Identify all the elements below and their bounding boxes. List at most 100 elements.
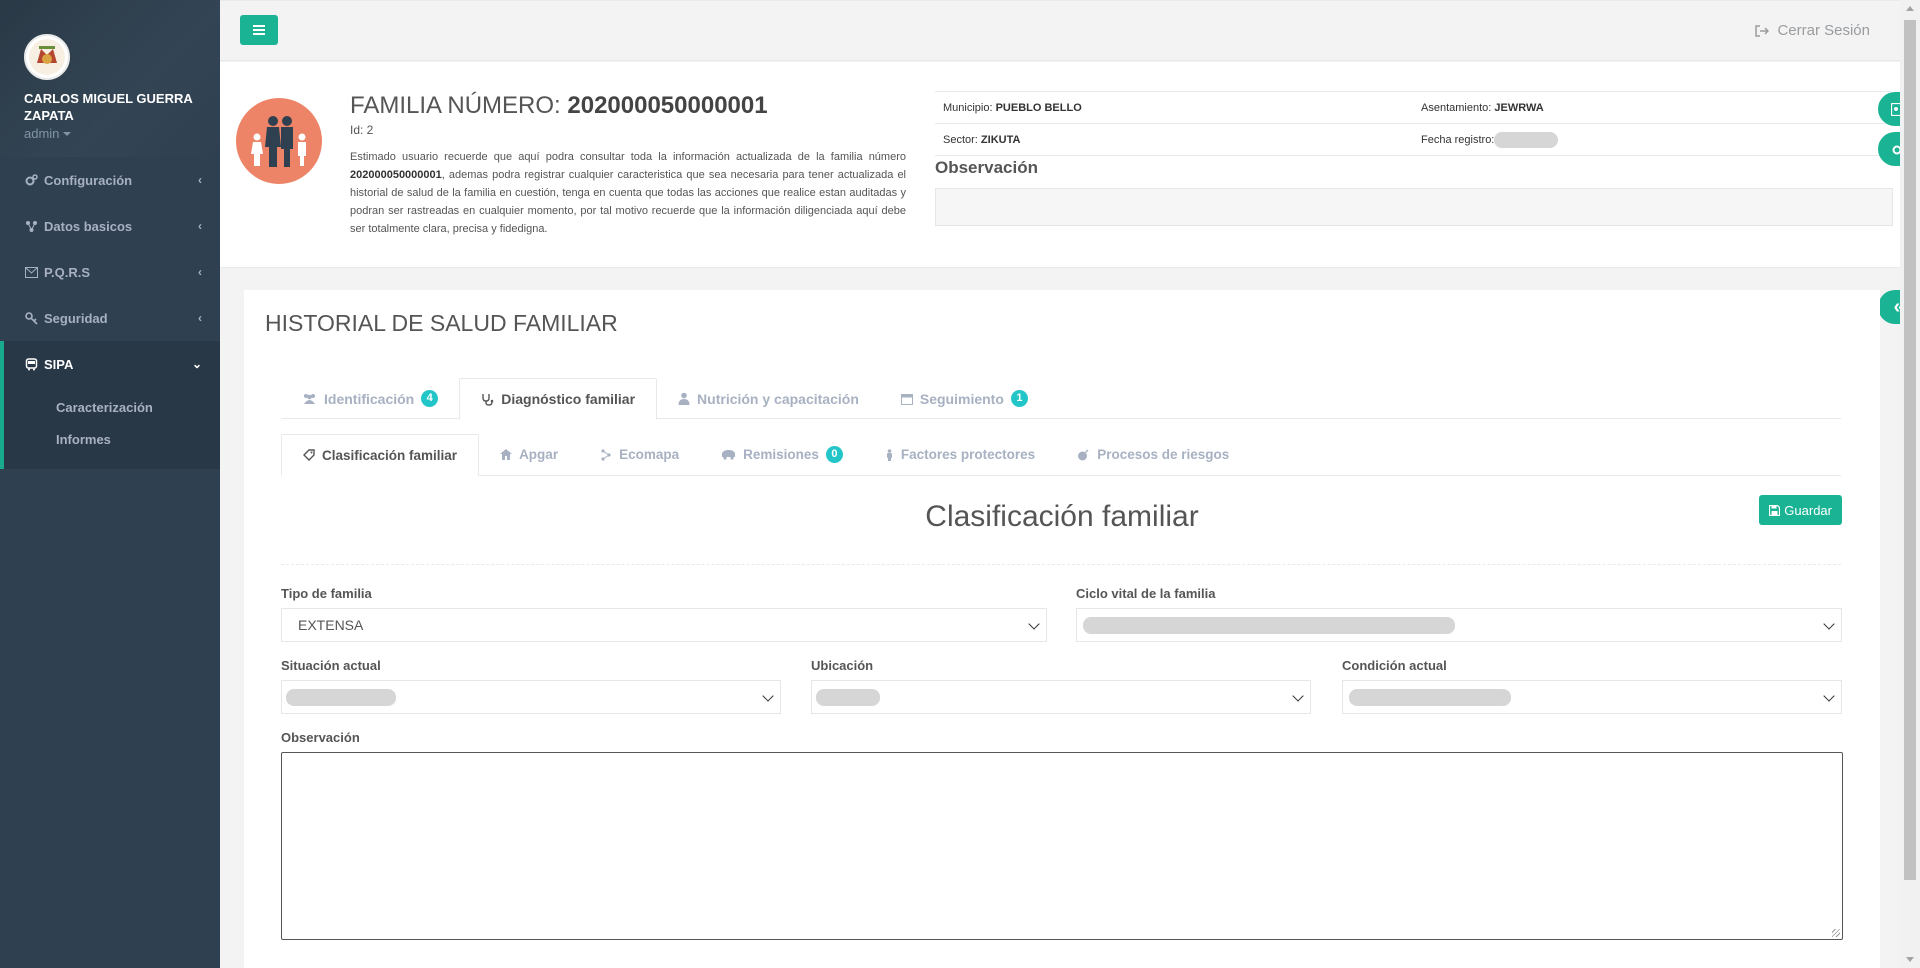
sitemap-icon	[601, 448, 611, 461]
sidebar-item-label: SIPA	[44, 356, 74, 372]
desc-family-number: 202000050000001	[350, 169, 442, 181]
family-title-prefix: FAMILIA NÚMERO:	[350, 92, 561, 119]
page-title: HISTORIAL DE SALUD FAMILIAR	[265, 310, 618, 336]
save-button[interactable]: Guardar	[1759, 495, 1842, 525]
chevron-left-icon: ‹	[198, 311, 202, 325]
scroll-thumb[interactable]	[1904, 20, 1916, 880]
chevron-down-icon	[1292, 690, 1304, 702]
sidebar-item-sipa[interactable]: SIPA ⌄	[0, 341, 220, 387]
page-scrollbar[interactable]	[1900, 0, 1920, 968]
sidebar-item-pqrs[interactable]: P.Q.R.S ‹	[0, 249, 220, 295]
subtab-ecomapa[interactable]: Ecomapa	[579, 434, 700, 475]
chevron-down-icon: ⌄	[191, 357, 202, 371]
resize-handle[interactable]	[1832, 929, 1840, 937]
tipo-familia-select[interactable]: EXTENSA	[281, 608, 1047, 642]
family-info-table: Municipio: PUEBLO BELLO Asentamiento: JE…	[935, 91, 1891, 156]
tab-badge: 4	[421, 390, 439, 407]
subtab-apgar[interactable]: Apgar	[479, 434, 579, 475]
tab-label: Apgar	[519, 447, 559, 462]
calendar-icon	[900, 393, 913, 405]
observacion-label: Observación	[281, 730, 360, 745]
ubicacion-label: Ubicación	[811, 658, 874, 673]
asentamiento-value: JEWRWA	[1494, 101, 1544, 114]
key-icon	[24, 311, 38, 325]
tab-identificacion[interactable]: Identificación 4	[281, 378, 459, 419]
tab-label: Diagnóstico familiar	[501, 391, 636, 407]
avatar[interactable]	[24, 34, 70, 80]
family-icon	[236, 98, 322, 184]
sidebar-subitem-informes[interactable]: Informes	[56, 423, 220, 455]
sidebar-item-seguridad[interactable]: Seguridad ‹	[0, 295, 220, 341]
user-role-dropdown[interactable]: admin	[24, 126, 196, 141]
sidebar-item-label: Configuración	[44, 172, 133, 188]
main-tabs: Identificación 4 Diagnóstico familiar Nu…	[281, 378, 1841, 420]
sidebar-item-label: Datos basicos	[44, 218, 133, 234]
family-title: FAMILIA NÚMERO: 202000050000001	[350, 92, 768, 120]
save-label: Guardar	[1784, 502, 1832, 518]
sidebar-subitem-caracterizacion[interactable]: Caracterización	[56, 391, 220, 423]
scroll-up-icon[interactable]	[1906, 6, 1914, 11]
tag-icon	[303, 449, 315, 461]
users-icon	[304, 394, 315, 404]
subtab-procesos-riesgos[interactable]: Procesos de riesgos	[1056, 434, 1250, 475]
chevron-down-icon	[1028, 618, 1040, 630]
condicion-actual-label: Condición actual	[1342, 658, 1447, 673]
cogs-icon	[24, 173, 38, 187]
sub-tabs: Clasificación familiar Apgar Ecomapa Rem…	[281, 434, 1841, 476]
logout-link[interactable]: Cerrar Sesión	[1755, 22, 1870, 39]
municipio-cell: Municipio: PUEBLO BELLO	[935, 102, 1413, 114]
sector-cell: Sector: ZIKUTA	[935, 134, 1413, 146]
chevron-left-icon: ‹	[198, 219, 202, 233]
tipo-familia-label: Tipo de familia	[281, 586, 372, 601]
tab-nutricion-capacitacion[interactable]: Nutrición y capacitación	[657, 378, 880, 419]
sector-label: Sector:	[943, 133, 978, 146]
situacion-actual-select[interactable]	[281, 680, 781, 714]
condicion-actual-select[interactable]	[1342, 680, 1842, 714]
sipa-submenu: Caracterización Informes	[0, 387, 220, 469]
bomb-icon	[1078, 449, 1089, 460]
ambulance-icon	[722, 450, 736, 460]
user-profile: CARLOS MIGUEL GUERRA ZAPATA admin	[0, 0, 220, 157]
tab-label: Nutrición y capacitación	[697, 390, 859, 407]
tab-seguimiento[interactable]: Seguimiento 1	[880, 378, 1049, 419]
sign-out-icon	[1755, 24, 1770, 37]
family-number: 202000050000001	[567, 92, 768, 119]
subtab-remisiones[interactable]: Remisiones 0	[700, 434, 864, 475]
tipo-familia-value: EXTENSA	[298, 617, 364, 633]
avatar-logo-icon	[29, 39, 65, 75]
info-row: Municipio: PUEBLO BELLO Asentamiento: JE…	[935, 92, 1891, 124]
scroll-down-icon[interactable]	[1906, 957, 1914, 962]
subtab-clasificacion-familiar[interactable]: Clasificación familiar	[281, 434, 480, 476]
municipio-value: PUEBLO BELLO	[995, 101, 1082, 114]
asentamiento-label: Asentamiento:	[1421, 101, 1492, 114]
situacion-actual-label: Situación actual	[281, 658, 381, 673]
chevron-down-icon	[1823, 618, 1835, 630]
sidebar-item-configuracion[interactable]: Configuración ‹	[0, 157, 220, 203]
sidebar-item-datos-basicos[interactable]: Datos basicos ‹	[0, 203, 220, 249]
subtab-factores-protectores[interactable]: Factores protectores	[864, 434, 1056, 475]
male-icon	[886, 448, 892, 461]
chevron-down-icon	[1823, 690, 1835, 702]
tab-label: Ecomapa	[619, 447, 680, 462]
menu-toggle-button[interactable]	[240, 15, 278, 45]
sidebar: CARLOS MIGUEL GUERRA ZAPATA admin Config…	[0, 0, 220, 968]
ciclo-vital-select[interactable]	[1076, 608, 1842, 642]
ciclo-vital-redacted	[1083, 616, 1455, 634]
asentamiento-cell: Asentamiento: JEWRWA	[1413, 102, 1891, 114]
sidebar-item-label: P.Q.R.S	[44, 264, 91, 280]
bus-icon	[24, 357, 38, 371]
sitemap-icon	[24, 219, 38, 233]
tab-label: Procesos de riesgos	[1097, 447, 1230, 462]
tab-diagnostico-familiar[interactable]: Diagnóstico familiar	[459, 378, 658, 420]
municipio-label: Municipio:	[943, 101, 993, 114]
caret-down-icon	[63, 131, 72, 136]
condicion-redacted	[1349, 688, 1511, 706]
family-id: Id: 2	[350, 123, 374, 137]
observacion-display	[935, 188, 1893, 226]
form-title: Clasificación familiar	[925, 500, 1199, 533]
situacion-redacted	[286, 688, 396, 706]
ubicacion-select[interactable]	[811, 680, 1311, 714]
tab-label: Identificación	[324, 390, 415, 407]
chevron-left-icon: ‹	[198, 265, 202, 279]
observacion-textarea[interactable]	[281, 752, 1843, 940]
